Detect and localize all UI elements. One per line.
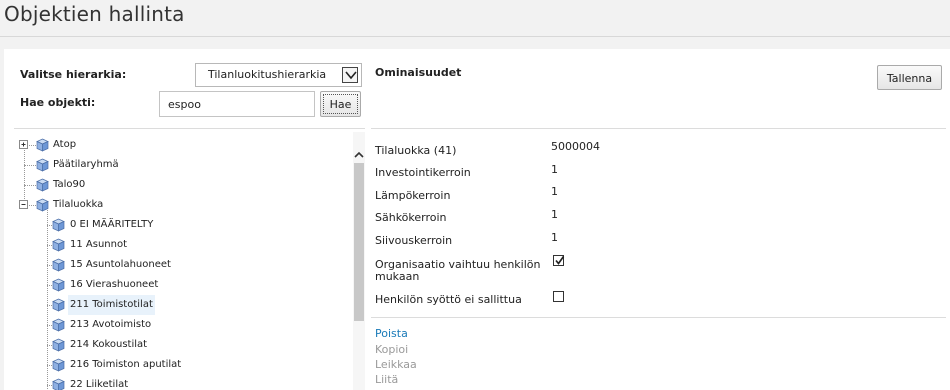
hierarchy-select-value: Tilanluokitushierarkia xyxy=(208,68,327,81)
title-divider xyxy=(0,36,950,37)
prop-label-tilaluokka: Tilaluokka (41) xyxy=(375,144,457,157)
tree-node-16-vierashuoneet[interactable]: 16 Vierashuoneet xyxy=(16,275,346,295)
scroll-up-icon[interactable] xyxy=(353,146,365,158)
page-title: Objektien hallinta xyxy=(4,2,185,26)
tree-node-talo90[interactable]: Talo90 xyxy=(16,175,346,195)
main-panel: Valitse hierarkia: Tilanluokitushierarki… xyxy=(4,49,950,390)
tree-node-22-liiketilat[interactable]: 22 Liiketilat xyxy=(16,375,346,390)
cut-link: Leikkaa xyxy=(375,358,417,371)
properties-bottom-divider xyxy=(371,317,946,318)
left-divider xyxy=(14,128,365,129)
tree-node-label: 211 Toimistotilat xyxy=(68,295,155,315)
tree-node-label: 15 Asuntolahuoneet xyxy=(70,259,171,270)
prop-label-organisaatio-line2: mukaan xyxy=(375,270,420,283)
tree-node-11-asunnot[interactable]: 11 Asunnot xyxy=(16,235,346,255)
tree-node-label: 213 Avotoimisto xyxy=(70,319,152,330)
tree-node-label: 11 Asunnot xyxy=(70,239,128,250)
hierarchy-label: Valitse hierarkia: xyxy=(20,68,127,81)
tree-node-label: Päätilaryhmä xyxy=(53,159,119,170)
tree-node-label: 214 Kokoustilat xyxy=(70,339,148,350)
tree-connector-line xyxy=(24,185,36,186)
tree-node-213-avotoimisto[interactable]: 213 Avotoimisto xyxy=(16,315,346,335)
tree-node-label: Atop xyxy=(53,139,77,150)
tree-node-atop[interactable]: Atop xyxy=(16,135,346,155)
tree-node-label: Tilaluokka xyxy=(53,199,104,210)
tree-node-214-kokoustilat[interactable]: 214 Kokoustilat xyxy=(16,335,346,355)
tree-node-15-asuntolahuoneet[interactable]: 15 Asuntolahuoneet xyxy=(16,255,346,275)
tree-node-216-toimiston-aputilat[interactable]: 216 Toimiston aputilat xyxy=(16,355,346,375)
prop-label-lampokerroin: Lämpökerroin xyxy=(375,189,451,202)
tree-node-0-ei-maaritelty[interactable]: 0 EI MÄÄRITELTY xyxy=(16,215,346,235)
tree-node-label: 0 EI MÄÄRITELTY xyxy=(70,219,154,230)
prop-label-sahkokerroin: Sähkökerroin xyxy=(375,211,447,224)
prop-value-lampokerroin: 1 xyxy=(551,185,558,198)
tree-connector-line xyxy=(24,165,36,166)
tree-scrollbar[interactable] xyxy=(353,132,365,390)
tree-node-211-toimistotilat[interactable]: 211 Toimistotilat xyxy=(16,295,346,315)
tree-node-label: 216 Toimiston aputilat xyxy=(70,359,182,370)
copy-link: Kopioi xyxy=(375,343,409,356)
organisaatio-checkbox[interactable] xyxy=(553,255,565,266)
scroll-thumb[interactable] xyxy=(354,163,364,321)
prop-value-investointikerroin: 1 xyxy=(551,163,558,176)
prop-label-siivouskerroin: Siivouskerroin xyxy=(375,234,453,247)
tree-node-tilaluokka[interactable]: Tilaluokka xyxy=(16,195,346,215)
search-input[interactable] xyxy=(159,91,315,117)
expand-plus-icon[interactable] xyxy=(19,140,28,149)
tree-node-label: Talo90 xyxy=(53,179,86,190)
tree-node-label: 22 Liiketilat xyxy=(70,379,129,390)
hierarchy-select[interactable]: Tilanluokitushierarkia xyxy=(195,63,362,87)
search-label: Hae objekti: xyxy=(20,96,96,109)
prop-value-sahkokerroin: 1 xyxy=(551,208,558,221)
chevron-down-icon[interactable] xyxy=(342,67,358,83)
prop-label-henkilon-syotto: Henkilön syöttö ei sallittua xyxy=(375,293,522,306)
save-button[interactable]: Tallenna xyxy=(877,65,942,90)
properties-top-divider xyxy=(371,128,946,129)
prop-value-tilaluokka: 5000004 xyxy=(551,140,600,153)
tree-node-paatilaryhma[interactable]: Päätilaryhmä xyxy=(16,155,346,175)
collapse-minus-icon[interactable] xyxy=(19,200,28,209)
search-button[interactable]: Hae xyxy=(320,91,361,117)
prop-label-investointikerroin: Investointikerroin xyxy=(375,166,471,179)
delete-link[interactable]: Poista xyxy=(375,327,408,340)
prop-label-organisaatio: Organisaatio vaihtuu henkilön mukaan xyxy=(375,259,540,283)
object-tree: Atop Päätilaryhmä Talo90 Tilaluokka 0 EI MÄÄ… xyxy=(16,132,352,390)
tree-node-label: 16 Vierashuoneet xyxy=(70,279,159,290)
properties-title: Ominaisuudet xyxy=(375,66,462,79)
henkilon-syotto-checkbox[interactable] xyxy=(553,291,564,302)
prop-value-siivouskerroin: 1 xyxy=(551,231,558,244)
cube-icon xyxy=(52,378,65,390)
paste-link: Liitä xyxy=(375,373,399,386)
